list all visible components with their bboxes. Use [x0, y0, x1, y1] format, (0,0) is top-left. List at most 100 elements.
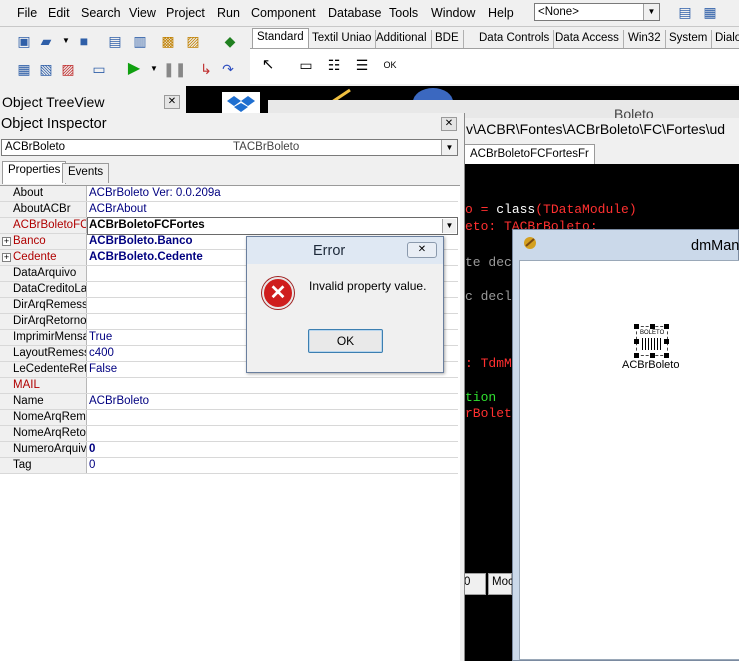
- expand-icon[interactable]: +: [2, 237, 11, 246]
- run-icon[interactable]: ▶: [124, 59, 144, 79]
- property-value[interactable]: 0: [89, 442, 95, 457]
- selection-handle[interactable]: [634, 339, 639, 344]
- property-value[interactable]: ACBrBoleto Ver: 0.0.209a: [89, 186, 221, 201]
- remove-file-icon[interactable]: ▨: [183, 31, 203, 51]
- code-line: c decl: [465, 289, 512, 304]
- tab-unit-acbrboletofcfortesfr[interactable]: ACBrBoletoFCFortesFr: [464, 144, 595, 164]
- code-line: o = class(TDataModule): [465, 202, 637, 217]
- toggle-form-unit-icon[interactable]: ▨: [58, 59, 78, 79]
- save-icon[interactable]: ■: [74, 31, 94, 51]
- code-token: : TdmM: [465, 356, 512, 371]
- debug-desktop-icon[interactable]: ▦: [700, 2, 720, 22]
- palette-tab-standard[interactable]: Standard: [252, 28, 309, 49]
- selection-handle[interactable]: [634, 324, 639, 329]
- palette-tab-textil-uniao[interactable]: Textil Uniao: [308, 30, 377, 48]
- expand-icon[interactable]: +: [2, 253, 11, 262]
- menu-file[interactable]: File: [17, 6, 37, 20]
- tab-events[interactable]: Events: [62, 163, 110, 183]
- property-row[interactable]: Name ACBrBoleto: [0, 394, 458, 410]
- palette-tab-win32[interactable]: Win32: [624, 30, 666, 48]
- mainmenu-icon[interactable]: ☷: [324, 55, 344, 75]
- view-form-icon[interactable]: ▧: [36, 59, 56, 79]
- property-row[interactable]: ▼ ACBrBoletoFC ACBrBoletoFCFortes: [0, 217, 458, 235]
- property-value[interactable]: c400: [89, 346, 114, 361]
- close-icon[interactable]: ✕: [164, 95, 180, 109]
- dropdown-arrow-icon[interactable]: ▼: [56, 31, 76, 51]
- palette-tab-bde[interactable]: BDE: [431, 30, 464, 48]
- property-row[interactable]: NomeArqReme: [0, 410, 458, 426]
- popupmenu-icon[interactable]: ☰: [352, 55, 372, 75]
- object-selector[interactable]: ACBrBoleto TACBrBoleto ▼: [1, 139, 458, 156]
- code-token: ): [628, 202, 637, 217]
- menu-edit[interactable]: Edit: [48, 6, 70, 20]
- datamodule-window: dmMan: [512, 229, 739, 661]
- open-icon[interactable]: ▰: [36, 31, 56, 51]
- new-form-icon[interactable]: ▭: [89, 59, 109, 79]
- property-name: NomeArqReme: [0, 410, 87, 425]
- property-value[interactable]: ACBrBoleto.Banco: [89, 234, 193, 249]
- property-row[interactable]: NumeroArquivo 0: [0, 442, 458, 458]
- menu-window[interactable]: Window: [431, 6, 475, 20]
- property-value[interactable]: True: [89, 330, 112, 345]
- desktop-layout-combo[interactable]: <None> ▼: [534, 3, 660, 21]
- menu-database[interactable]: Database: [328, 6, 382, 20]
- menu-project[interactable]: Project: [166, 6, 205, 20]
- palette-tab-dialogs[interactable]: Dialo: [711, 30, 739, 48]
- property-name: NomeArqRetor: [0, 426, 87, 441]
- datamodule-canvas[interactable]: [519, 260, 739, 660]
- palette-tab-data-controls[interactable]: Data Controls: [475, 30, 555, 48]
- object-selector-name: ACBrBoleto: [5, 141, 66, 153]
- property-row[interactable]: MAIL: [0, 378, 458, 394]
- help-book-icon[interactable]: ◆: [220, 31, 240, 51]
- property-value[interactable]: ACBrAbout: [89, 202, 147, 217]
- open-project-icon[interactable]: ▥: [130, 31, 150, 51]
- selection-handle[interactable]: [664, 324, 669, 329]
- property-row[interactable]: Tag 0: [0, 458, 458, 474]
- property-row[interactable]: NomeArqRetor: [0, 426, 458, 442]
- add-file-icon[interactable]: ▩: [158, 31, 178, 51]
- chevron-down-icon[interactable]: ▼: [442, 219, 456, 233]
- property-name: MAIL: [0, 378, 87, 393]
- object-selector-type: TACBrBoleto: [233, 141, 300, 153]
- selection-handle[interactable]: [664, 353, 669, 358]
- run-dropdown-icon[interactable]: ▼: [144, 59, 164, 79]
- label-icon[interactable]: OK: [380, 55, 400, 75]
- menu-view[interactable]: View: [129, 6, 156, 20]
- save-all-icon[interactable]: ▤: [105, 31, 125, 51]
- save-desktop-icon[interactable]: ▤: [675, 2, 695, 22]
- frames-icon[interactable]: ▭: [296, 55, 316, 75]
- property-value[interactable]: ACBrBoleto: [89, 394, 149, 409]
- property-name: Name: [0, 394, 87, 409]
- property-value[interactable]: False: [89, 362, 117, 377]
- step-over-icon[interactable]: ↷: [218, 59, 238, 79]
- property-value[interactable]: 0: [89, 458, 95, 473]
- menu-component[interactable]: Component: [251, 6, 316, 20]
- new-icon[interactable]: ▣: [14, 31, 34, 51]
- close-icon[interactable]: ✕: [441, 117, 457, 131]
- tab-properties[interactable]: Properties: [2, 161, 67, 184]
- view-unit-icon[interactable]: ▦: [14, 59, 34, 79]
- selection-handle[interactable]: [650, 324, 655, 329]
- ok-button[interactable]: OK: [308, 329, 383, 353]
- palette-tab-system[interactable]: System: [665, 30, 713, 48]
- menu-tools[interactable]: Tools: [389, 6, 418, 20]
- menu-bar: File Edit Search View Project Run Compon…: [0, 0, 530, 28]
- property-value[interactable]: ACBrBoleto.Cedente: [89, 250, 203, 265]
- property-value[interactable]: ACBrBoletoFCFortes: [89, 218, 205, 233]
- selection-handle[interactable]: [650, 353, 655, 358]
- palette-tab-data-access[interactable]: Data Access: [551, 30, 624, 48]
- pause-icon[interactable]: ❚❚: [163, 59, 186, 79]
- property-row[interactable]: AboutACBr ACBrAbout: [0, 202, 458, 218]
- menu-help[interactable]: Help: [488, 6, 514, 20]
- property-name: Tag: [0, 458, 87, 473]
- menu-search[interactable]: Search: [81, 6, 121, 20]
- close-icon[interactable]: ✕: [407, 242, 437, 258]
- trace-into-icon[interactable]: ↳: [196, 59, 216, 79]
- selection-handle[interactable]: [634, 353, 639, 358]
- property-name: LayoutRemessa: [0, 346, 87, 361]
- palette-tab-additional[interactable]: Additional: [372, 30, 432, 48]
- selection-handle[interactable]: [664, 339, 669, 344]
- pointer-arrow-icon[interactable]: ↖: [258, 55, 278, 75]
- menu-run[interactable]: Run: [217, 6, 240, 20]
- property-row[interactable]: About ACBrBoleto Ver: 0.0.209a: [0, 186, 458, 202]
